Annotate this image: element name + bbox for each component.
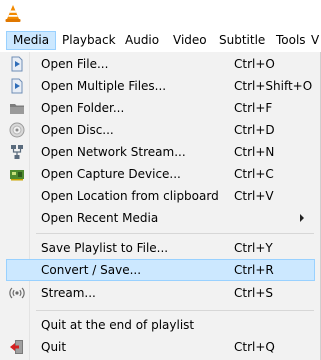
menu-item-stream[interactable]: Stream... Ctrl+S xyxy=(0,282,320,304)
network-icon xyxy=(11,145,23,159)
menu-item-label: Save Playlist to File... xyxy=(41,241,169,255)
menu-item-label: Open Capture Device... xyxy=(41,167,181,181)
menu-item-save-playlist[interactable]: Save Playlist to File... Ctrl+Y xyxy=(0,237,320,259)
menu-item-open-disc[interactable]: Open Disc... Ctrl+D xyxy=(0,119,320,141)
disc-icon xyxy=(9,122,25,138)
menu-item-open-network-stream[interactable]: Open Network Stream... Ctrl+N xyxy=(0,141,320,163)
stream-icon xyxy=(9,287,25,299)
menu-playback[interactable]: Playback xyxy=(56,31,122,50)
menu-item-label: Open Location from clipboard xyxy=(41,189,219,203)
menu-separator xyxy=(36,310,314,311)
menu-item-label: Stream... xyxy=(41,286,96,300)
menu-item-open-file[interactable]: Open File... Ctrl+O xyxy=(0,53,320,75)
menu-item-shortcut: Ctrl+D xyxy=(234,123,275,137)
menu-item-shortcut: Ctrl+R xyxy=(234,263,274,277)
menu-separator xyxy=(36,233,314,234)
media-dropdown-menu: Open File... Ctrl+O Open Multiple Files.… xyxy=(0,52,321,360)
menu-item-quit-end-playlist[interactable]: Quit at the end of playlist xyxy=(0,314,320,336)
menu-item-shortcut: Ctrl+Y xyxy=(234,241,273,255)
menu-item-shortcut: Ctrl+O xyxy=(234,57,275,71)
menu-item-quit[interactable]: Quit Ctrl+Q xyxy=(0,336,320,358)
menu-item-label: Convert / Save... xyxy=(41,263,142,277)
menu-item-shortcut: Ctrl+Q xyxy=(234,340,275,354)
menu-item-label: Open Disc... xyxy=(41,123,114,137)
submenu-arrow-icon xyxy=(300,214,304,222)
quit-icon xyxy=(10,340,23,354)
menu-item-open-recent-media[interactable]: Open Recent Media xyxy=(0,207,320,229)
menu-item-shortcut: Ctrl+V xyxy=(234,189,274,203)
menu-subtitle[interactable]: Subtitle xyxy=(213,31,271,50)
menu-item-label: Open File... xyxy=(41,57,109,71)
file-play-icon xyxy=(11,78,23,94)
menu-item-label: Quit at the end of playlist xyxy=(41,318,195,332)
menu-item-label: Open Recent Media xyxy=(41,211,159,225)
menu-item-open-capture-device[interactable]: Open Capture Device... Ctrl+C xyxy=(0,163,320,185)
menu-item-shortcut: Ctrl+F xyxy=(234,101,273,115)
folder-icon xyxy=(10,104,24,114)
menu-item-convert-save[interactable]: Convert / Save... Ctrl+R xyxy=(6,259,315,281)
menu-item-label: Open Folder... xyxy=(41,101,125,115)
menu-item-label: Open Network Stream... xyxy=(41,145,186,159)
title-bar xyxy=(0,0,321,28)
menu-item-open-folder[interactable]: Open Folder... Ctrl+F xyxy=(0,97,320,119)
menu-item-open-multiple-files[interactable]: Open Multiple Files... Ctrl+Shift+O xyxy=(0,75,320,97)
menu-media[interactable]: Media xyxy=(6,31,57,50)
menu-item-open-location-clipboard[interactable]: Open Location from clipboard Ctrl+V xyxy=(0,185,320,207)
menu-bar: Media Playback Audio Video Subtitle Tool… xyxy=(0,28,321,53)
menu-item-label: Open Multiple Files... xyxy=(41,79,167,93)
menu-item-label: Quit xyxy=(41,340,67,354)
capture-card-icon xyxy=(10,170,24,181)
menu-tools[interactable]: Tools xyxy=(270,31,312,50)
menu-video[interactable]: Video xyxy=(167,31,213,50)
menu-view[interactable]: V xyxy=(311,31,319,50)
menu-item-shortcut: Ctrl+N xyxy=(234,145,275,159)
menu-item-shortcut: Ctrl+Shift+O xyxy=(234,79,313,93)
menu-item-shortcut: Ctrl+S xyxy=(234,286,274,300)
menu-audio[interactable]: Audio xyxy=(119,31,165,50)
menu-item-shortcut: Ctrl+C xyxy=(234,167,274,181)
file-play-icon xyxy=(11,56,23,72)
vlc-cone-icon xyxy=(5,5,21,22)
